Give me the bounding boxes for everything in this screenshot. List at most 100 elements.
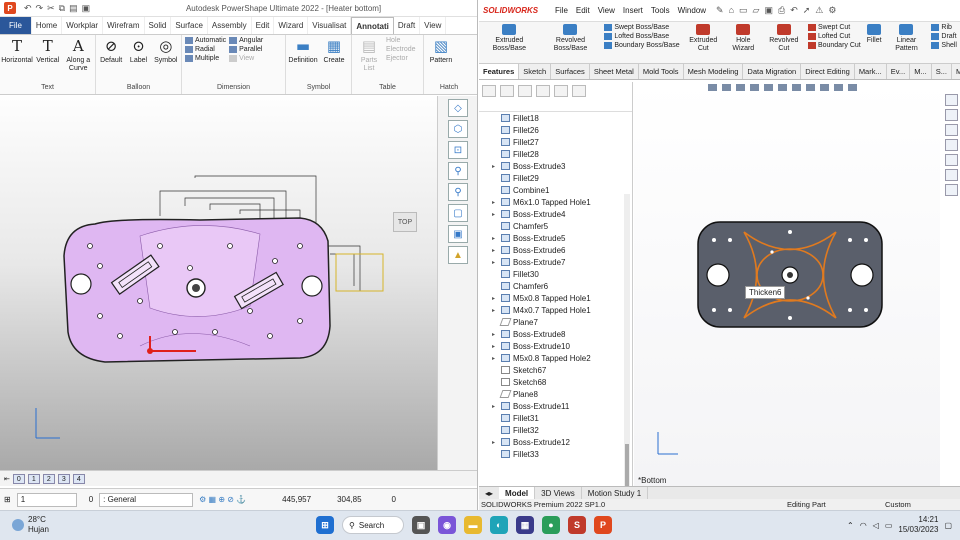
redo-icon[interactable]: ↷ bbox=[36, 3, 44, 14]
iso-view-icon[interactable]: ◇ bbox=[448, 99, 468, 117]
tree-item[interactable]: Plane8 bbox=[479, 388, 632, 400]
zoom-all-icon[interactable]: ⊡ bbox=[448, 141, 468, 159]
tree-item[interactable]: ▸ Boss-Extrude5 bbox=[479, 232, 632, 244]
boundary-boss-button[interactable]: Boundary Boss/Base bbox=[604, 42, 680, 49]
tree-item[interactable]: Fillet26 bbox=[479, 124, 632, 136]
tree-item[interactable]: ▸ M4x0.7 Tapped Hole1 bbox=[479, 304, 632, 316]
open-icon[interactable]: ▱ bbox=[753, 5, 760, 16]
taskbar-search[interactable]: ⚲ Search bbox=[342, 516, 404, 534]
custom-properties-icon[interactable] bbox=[944, 169, 958, 181]
file-explorer-icon[interactable]: ▬ bbox=[464, 516, 482, 534]
tree-scrollbar[interactable] bbox=[624, 194, 630, 486]
dimension-angular-button[interactable]: Angular bbox=[229, 37, 263, 44]
expand-arrow-icon[interactable]: ▸ bbox=[492, 199, 495, 206]
tree-item[interactable]: Plane7 bbox=[479, 316, 632, 328]
dimension-view-button[interactable]: View bbox=[229, 55, 263, 62]
tab-solid[interactable]: Solid bbox=[145, 17, 172, 34]
tree-item[interactable]: Sketch68 bbox=[479, 376, 632, 388]
tab-m[interactable]: M... bbox=[952, 64, 960, 79]
tree-item[interactable]: Fillet28 bbox=[479, 148, 632, 160]
print-icon[interactable]: ⎙ bbox=[778, 5, 785, 16]
scrollbar-thumb[interactable] bbox=[625, 444, 629, 486]
balloon-label-button[interactable]: ⊙ Label bbox=[126, 37, 150, 65]
edge-icon[interactable]: ◐ bbox=[490, 516, 508, 534]
general-select[interactable]: : General bbox=[99, 492, 194, 507]
tab-model[interactable]: Model bbox=[499, 486, 536, 500]
options-icon[interactable]: ⚙ bbox=[828, 5, 836, 16]
shell-button[interactable]: Shell bbox=[931, 42, 957, 49]
hole-wizard-button[interactable]: Hole Wizard bbox=[724, 24, 763, 63]
wireframe-box-icon[interactable]: ▢ bbox=[448, 204, 468, 222]
property-manager-icon[interactable] bbox=[500, 85, 514, 97]
solidworks-logo[interactable]: SOLIDWORKS bbox=[483, 6, 543, 15]
select-icon[interactable]: ➚ bbox=[803, 5, 811, 16]
tree-item[interactable]: ▸ Boss-Extrude11 bbox=[479, 400, 632, 412]
new-icon[interactable]: ▭ bbox=[739, 5, 748, 16]
display-manager-icon[interactable] bbox=[554, 85, 568, 97]
expand-arrow-icon[interactable]: ▸ bbox=[492, 403, 495, 410]
forum-icon[interactable] bbox=[944, 184, 958, 196]
tree-item[interactable]: Sketch67 bbox=[479, 364, 632, 376]
start-icon[interactable]: ⊞ bbox=[316, 516, 334, 534]
rib-button[interactable]: Rib bbox=[931, 24, 957, 31]
tab-evaluate[interactable]: Ev... bbox=[887, 64, 911, 79]
lofted-cut-button[interactable]: Lofted Cut bbox=[807, 33, 861, 40]
tree-item[interactable]: ▸ Boss-Extrude12 bbox=[479, 436, 632, 448]
tree-item[interactable]: Chamfer6 bbox=[479, 280, 632, 292]
expand-arrow-icon[interactable]: ▸ bbox=[492, 331, 495, 338]
draft-button[interactable]: Draft bbox=[931, 33, 957, 40]
grid-icon[interactable]: ⊞ bbox=[4, 495, 11, 504]
solidworks-taskbar-icon[interactable]: S bbox=[568, 516, 586, 534]
tab-assembly[interactable]: Assembly bbox=[208, 17, 252, 34]
tree-item[interactable]: Fillet18 bbox=[479, 112, 632, 124]
tab-s[interactable]: S... bbox=[932, 64, 952, 79]
tab-3d-views[interactable]: 3D Views bbox=[535, 486, 582, 500]
extruded-cut-button[interactable]: Extruded Cut bbox=[683, 24, 724, 63]
horizontal-text-button[interactable]: T Horizontal bbox=[1, 37, 33, 65]
page-tab[interactable]: 3 bbox=[57, 473, 70, 484]
feature-tree-icon[interactable] bbox=[482, 85, 496, 97]
tab-wizard[interactable]: Wizard bbox=[274, 17, 309, 34]
expand-arrow-icon[interactable]: ▸ bbox=[492, 247, 495, 254]
vertical-text-button[interactable]: T Vertical bbox=[34, 37, 62, 65]
undo-icon[interactable]: ↶ bbox=[790, 5, 798, 16]
resources-icon[interactable] bbox=[944, 94, 958, 106]
zoom-box-icon[interactable]: ⚲ bbox=[448, 183, 468, 201]
parts-list-button[interactable]: ▤ Parts List bbox=[355, 37, 383, 73]
tree-item[interactable]: Fillet29 bbox=[479, 172, 632, 184]
hole-table-button[interactable]: Hole bbox=[386, 37, 416, 44]
tab-mold-tools[interactable]: Mold Tools bbox=[639, 64, 684, 79]
menu-window[interactable]: Window bbox=[678, 6, 706, 15]
tree-item[interactable]: ▸ Boss-Extrude4 bbox=[479, 208, 632, 220]
tab-view[interactable]: View bbox=[420, 17, 447, 34]
dimxpert-icon[interactable] bbox=[536, 85, 550, 97]
tree-item[interactable]: Chamfer5 bbox=[479, 220, 632, 232]
tree-item[interactable]: Fillet30 bbox=[479, 268, 632, 280]
tab-nav-icon[interactable]: ◂▸ bbox=[479, 489, 499, 498]
ejector-table-button[interactable]: Ejector bbox=[386, 55, 416, 62]
swept-boss-button[interactable]: Swept Boss/Base bbox=[604, 24, 679, 31]
snap-icons[interactable]: ⚙ ▦ ⊕ ⊘ ⚓ bbox=[199, 495, 246, 504]
level-field[interactable]: 1 bbox=[16, 492, 77, 507]
expand-arrow-icon[interactable]: ▸ bbox=[492, 307, 495, 314]
pyramid-icon[interactable]: ▲ bbox=[448, 246, 468, 264]
electrode-table-button[interactable]: Electrode bbox=[386, 46, 416, 53]
tab-edit[interactable]: Edit bbox=[252, 17, 275, 34]
tab-motion-study[interactable]: Motion Study 1 bbox=[582, 486, 649, 500]
powershape-viewport[interactable]: TOP bbox=[0, 96, 437, 470]
tree-item[interactable]: ▸ Boss-Extrude7 bbox=[479, 256, 632, 268]
linear-pattern-button[interactable]: Linear Pattern bbox=[885, 24, 929, 63]
battery-icon[interactable]: ▭ bbox=[885, 521, 893, 530]
tab-markup[interactable]: Mark... bbox=[855, 64, 887, 79]
tree-item[interactable]: ▸ Boss-Extrude10 bbox=[479, 340, 632, 352]
design-library-icon[interactable] bbox=[944, 109, 958, 121]
dimension-multiple-button[interactable]: Multiple bbox=[185, 55, 226, 62]
balloon-symbol-button[interactable]: ◎ Symbol bbox=[154, 37, 178, 65]
page-tab[interactable]: 0 bbox=[12, 473, 25, 484]
undo-icon[interactable]: ↶ bbox=[24, 3, 32, 14]
page-tab[interactable]: 1 bbox=[27, 473, 40, 484]
lofted-boss-button[interactable]: Lofted Boss/Base bbox=[604, 33, 679, 40]
task-view-icon[interactable]: ▣ bbox=[412, 516, 430, 534]
view-palette-icon[interactable] bbox=[944, 139, 958, 151]
tree-item[interactable]: ▸ Boss-Extrude8 bbox=[479, 328, 632, 340]
